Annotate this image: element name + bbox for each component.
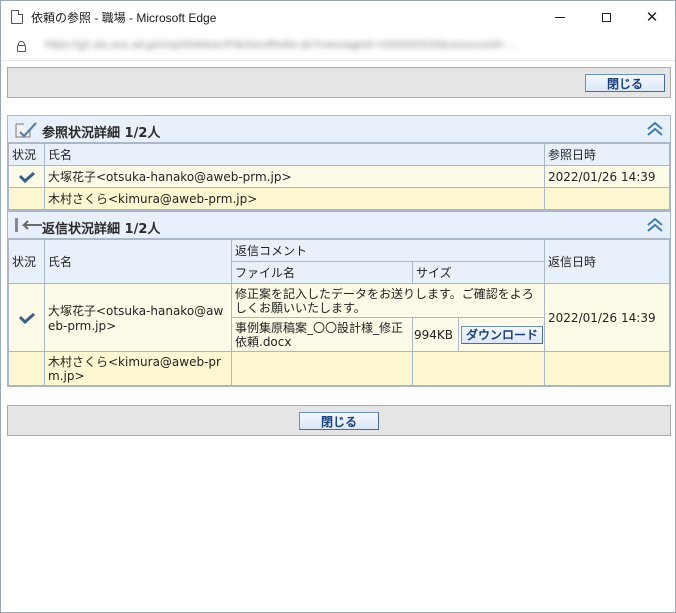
close-button-bottom[interactable]: 閉じる: [299, 412, 379, 430]
header-reply-date: 返信日時: [544, 239, 670, 284]
close-button-top[interactable]: 閉じる: [585, 74, 665, 92]
collapse-chevron-icon[interactable]: [646, 122, 664, 136]
file-name-cell: 事例集原稿案_〇〇設計様_修正依頼.docx: [231, 317, 413, 352]
reference-icon: [14, 120, 40, 140]
maximize-button[interactable]: [583, 1, 629, 33]
maximize-icon: [601, 12, 611, 22]
download-cell: ダウンロード: [457, 317, 546, 352]
reference-section-header: 参照状況詳細 1/2人: [8, 116, 670, 143]
name-cell: 大塚花子<otsuka-hanako@aweb-prm.jp>: [44, 165, 545, 188]
window-close-button[interactable]: ✕: [629, 1, 675, 33]
header-name: 氏名: [44, 143, 545, 166]
check-icon: [18, 171, 35, 183]
size-cell: 994KB: [412, 317, 459, 352]
minimize-button[interactable]: [537, 1, 583, 33]
url-text[interactable]: https://g2.ats.aos.ad.jp/xmp/d/deliver/F…: [45, 39, 665, 55]
reference-status-section: 参照状況詳細 1/2人 状況 氏名 参照日時 大塚花子<otsuka-hanak…: [7, 115, 671, 211]
collapse-chevron-icon[interactable]: [646, 218, 664, 232]
close-icon: ✕: [645, 7, 659, 26]
date-cell: 2022/01/26 14:39: [544, 283, 670, 352]
reply-icon: [14, 216, 42, 236]
table-row: 大塚花子<otsuka-hanako@aweb-prm.jp> 2022/01/…: [8, 165, 670, 188]
name-cell: 木村さくら<kimura@aweb-prm.jp>: [44, 187, 545, 210]
header-size: サイズ: [411, 261, 546, 284]
header-status: 状況: [8, 239, 45, 284]
status-cell: [8, 283, 45, 352]
reply-section-header: 返信状況詳細 1/2人: [8, 212, 670, 239]
header-reply-comment: 返信コメント: [230, 239, 546, 262]
browser-window: 依頼の参照 - 職場 - Microsoft Edge ✕ https://g2…: [0, 0, 676, 613]
name-cell: 大塚花子<otsuka-hanako@aweb-prm.jp>: [44, 283, 232, 352]
header-file-name: ファイル名: [231, 261, 413, 284]
size-cell: [411, 351, 546, 386]
reply-status-section: 返信状況詳細 1/2人 状況 氏名 返信コメント 返信日時 ファイル名 サイズ …: [7, 211, 671, 387]
comment-cell: 修正案を記入したデータをお送りします。ご確認をよろしくお願いいたします。: [230, 283, 546, 318]
table-row: 木村さくら<kimura@aweb-prm.jp>: [8, 187, 670, 210]
date-cell: [544, 351, 670, 386]
reply-table: 状況 氏名 返信コメント 返信日時 ファイル名 サイズ 大塚花子<otsuka-…: [8, 239, 670, 386]
bottom-button-bar: 閉じる: [7, 405, 671, 436]
name-cell: 木村さくら<kimura@aweb-prm.jp>: [44, 351, 232, 386]
status-cell: [8, 187, 45, 210]
reference-table: 状況 氏名 参照日時 大塚花子<otsuka-hanako@aweb-prm.j…: [8, 143, 670, 210]
check-icon: [18, 312, 35, 324]
reference-section-title: 参照状況詳細 1/2人: [42, 126, 161, 141]
title-bar: 依頼の参照 - 職場 - Microsoft Edge ✕: [1, 1, 675, 33]
window-title: 依頼の参照 - 職場 - Microsoft Edge: [31, 11, 217, 25]
status-cell: [8, 165, 45, 188]
page-content: 閉じる 参照状況詳細 1/2人 状況 氏名 参照日時 大塚花子<otsuka-h…: [1, 61, 675, 612]
table-row: 大塚花子<otsuka-hanako@aweb-prm.jp> 修正案を記入した…: [8, 283, 670, 352]
header-status: 状況: [8, 143, 45, 166]
lock-icon: [17, 41, 26, 52]
reply-section-title: 返信状況詳細 1/2人: [42, 222, 161, 237]
date-cell: [544, 187, 670, 210]
top-button-bar: 閉じる: [7, 67, 671, 98]
status-cell: [8, 351, 45, 386]
page-icon: [11, 10, 23, 24]
table-row: 木村さくら<kimura@aweb-prm.jp>: [8, 351, 670, 386]
header-ref-date: 参照日時: [544, 143, 670, 166]
date-cell: 2022/01/26 14:39: [544, 165, 670, 188]
download-button[interactable]: ダウンロード: [461, 325, 544, 344]
file-name-cell: [231, 351, 413, 386]
address-bar: https://g2.ats.aos.ad.jp/xmp/d/deliver/F…: [1, 33, 675, 61]
minimize-icon: [555, 16, 565, 18]
header-name: 氏名: [44, 239, 232, 284]
